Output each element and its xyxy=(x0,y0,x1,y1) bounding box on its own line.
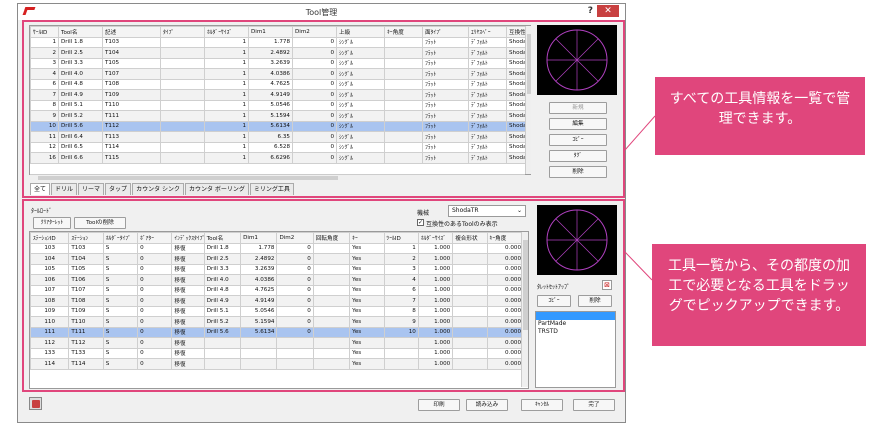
callout-top-text: すべての工具情報を一覧で管理できます。 xyxy=(669,91,851,127)
callout-bottom-text: 工具一覧から、その都度の加工で必要となる工具をドラッグでピックアップできます。 xyxy=(668,258,850,314)
callout-connectors xyxy=(624,115,656,281)
callout-bottom: 工具一覧から、その都度の加工で必要となる工具をドラッグでピックアップできます。 xyxy=(652,244,866,346)
callout-top: すべての工具情報を一覧で管理できます。 xyxy=(655,77,865,155)
